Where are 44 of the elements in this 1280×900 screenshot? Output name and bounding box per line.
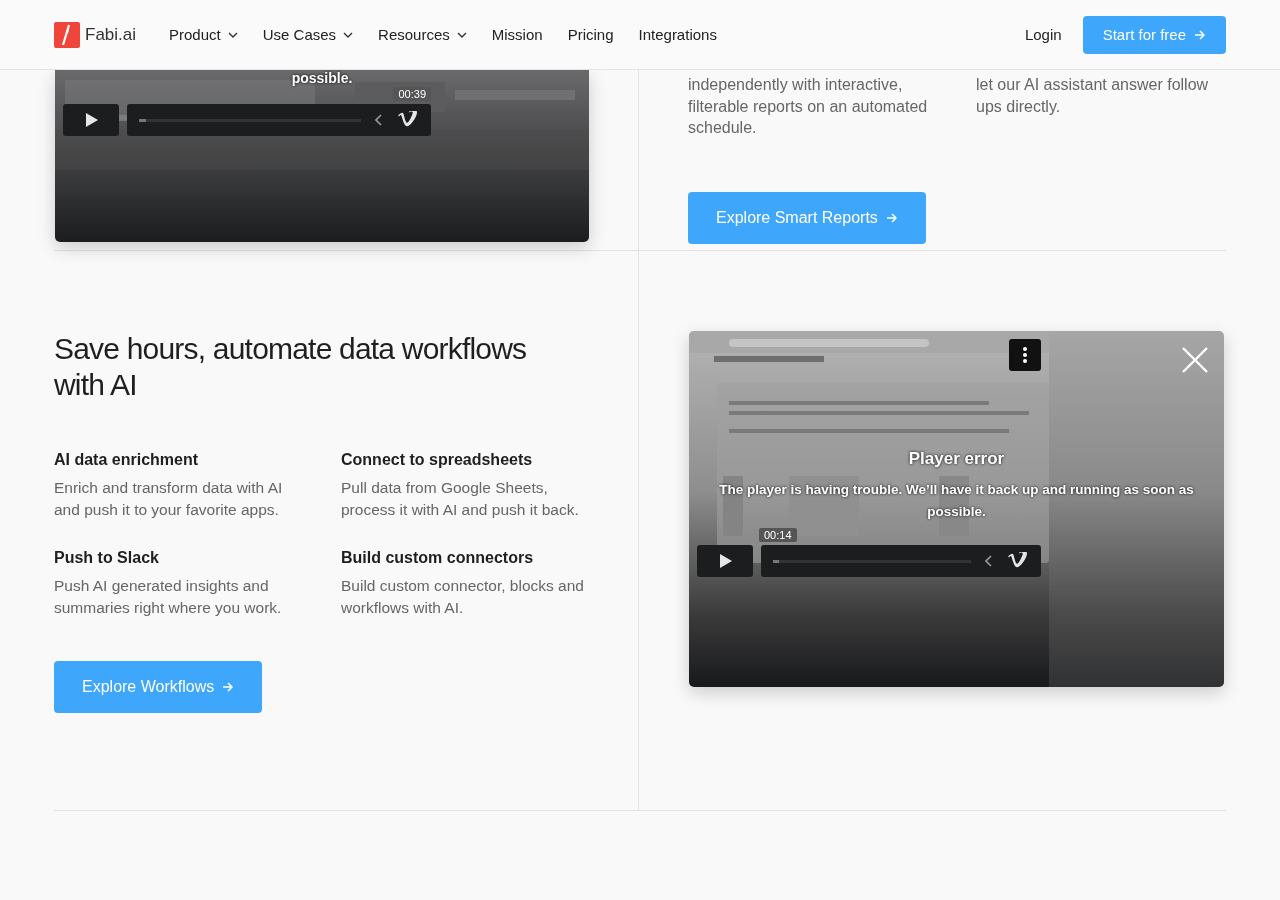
nav-link[interactable]: Use Cases <box>262 26 354 43</box>
chevron-left-icon[interactable] <box>375 114 383 126</box>
time-tooltip: 00:39 <box>393 87 431 101</box>
chevron-down-icon <box>227 31 238 38</box>
feature-description: Enrich and transform data with AI and push it to your favorite apps. <box>54 478 284 520</box>
feature-title: Connect to spreadsheets <box>341 451 534 469</box>
error-message: possible. <box>291 70 353 86</box>
close-icon[interactable] <box>1182 347 1208 373</box>
play-icon <box>717 553 733 569</box>
video-player[interactable]: 00:39 possible. <box>55 70 589 242</box>
v-logo-icon[interactable] <box>397 111 419 129</box>
feature-description: Pull data from Google Sheets, process it with AI and push it back. <box>341 478 580 520</box>
brand-name[interactable]: Fabi.ai <box>85 24 137 45</box>
nav-link[interactable]: Product <box>169 26 238 43</box>
arrow-right-icon <box>222 681 235 693</box>
error-message: The player is having trouble. We’ll have it back up and running as soon as possible. <box>718 481 1195 521</box>
feature-title: Build custom connectors <box>341 549 535 567</box>
play-button[interactable] <box>63 104 119 136</box>
arrow-right-icon <box>1194 28 1206 41</box>
chevron-left-icon[interactable] <box>985 555 993 567</box>
v-logo-icon[interactable] <box>1007 552 1029 570</box>
section-heading: Save hours, automate data workflows with AI <box>54 331 528 403</box>
feature-description: Push AI generated insights and summaries right where you work. <box>54 576 283 618</box>
nav-link[interactable]: Mission <box>491 26 543 43</box>
feature-title: AI data enrichment <box>54 451 200 469</box>
feature-description: let our AI assistant answer follow ups directly. <box>976 75 1210 117</box>
feature-description: Build custom connector, blocks and workflows with AI. <box>341 576 585 618</box>
feature-description: independently with interactive, filterable reports on an automated schedule. <box>688 75 929 138</box>
arrow-right-icon <box>885 212 898 224</box>
login-link[interactable]: Login <box>1024 26 1062 43</box>
play-button[interactable] <box>697 545 753 577</box>
nav-link[interactable]: Integrations <box>638 26 717 43</box>
error-title: Player error <box>908 449 1005 469</box>
video-player[interactable]: 00:14 Player error The player is having trouble. We’ll have it back up and running as soon as possible. <box>689 331 1224 687</box>
time-tooltip: 00:14 <box>759 528 797 542</box>
nav-link[interactable]: Pricing <box>567 26 614 43</box>
chevron-down-icon <box>343 31 354 38</box>
nav-link[interactable]: Resources <box>378 26 467 43</box>
play-icon <box>83 112 99 128</box>
dots-icon <box>1022 346 1028 364</box>
chevron-down-icon <box>456 31 467 38</box>
feature-title: Push to Slack <box>54 549 160 567</box>
logo-icon[interactable] <box>54 21 80 48</box>
more-options-button[interactable] <box>1009 339 1041 371</box>
